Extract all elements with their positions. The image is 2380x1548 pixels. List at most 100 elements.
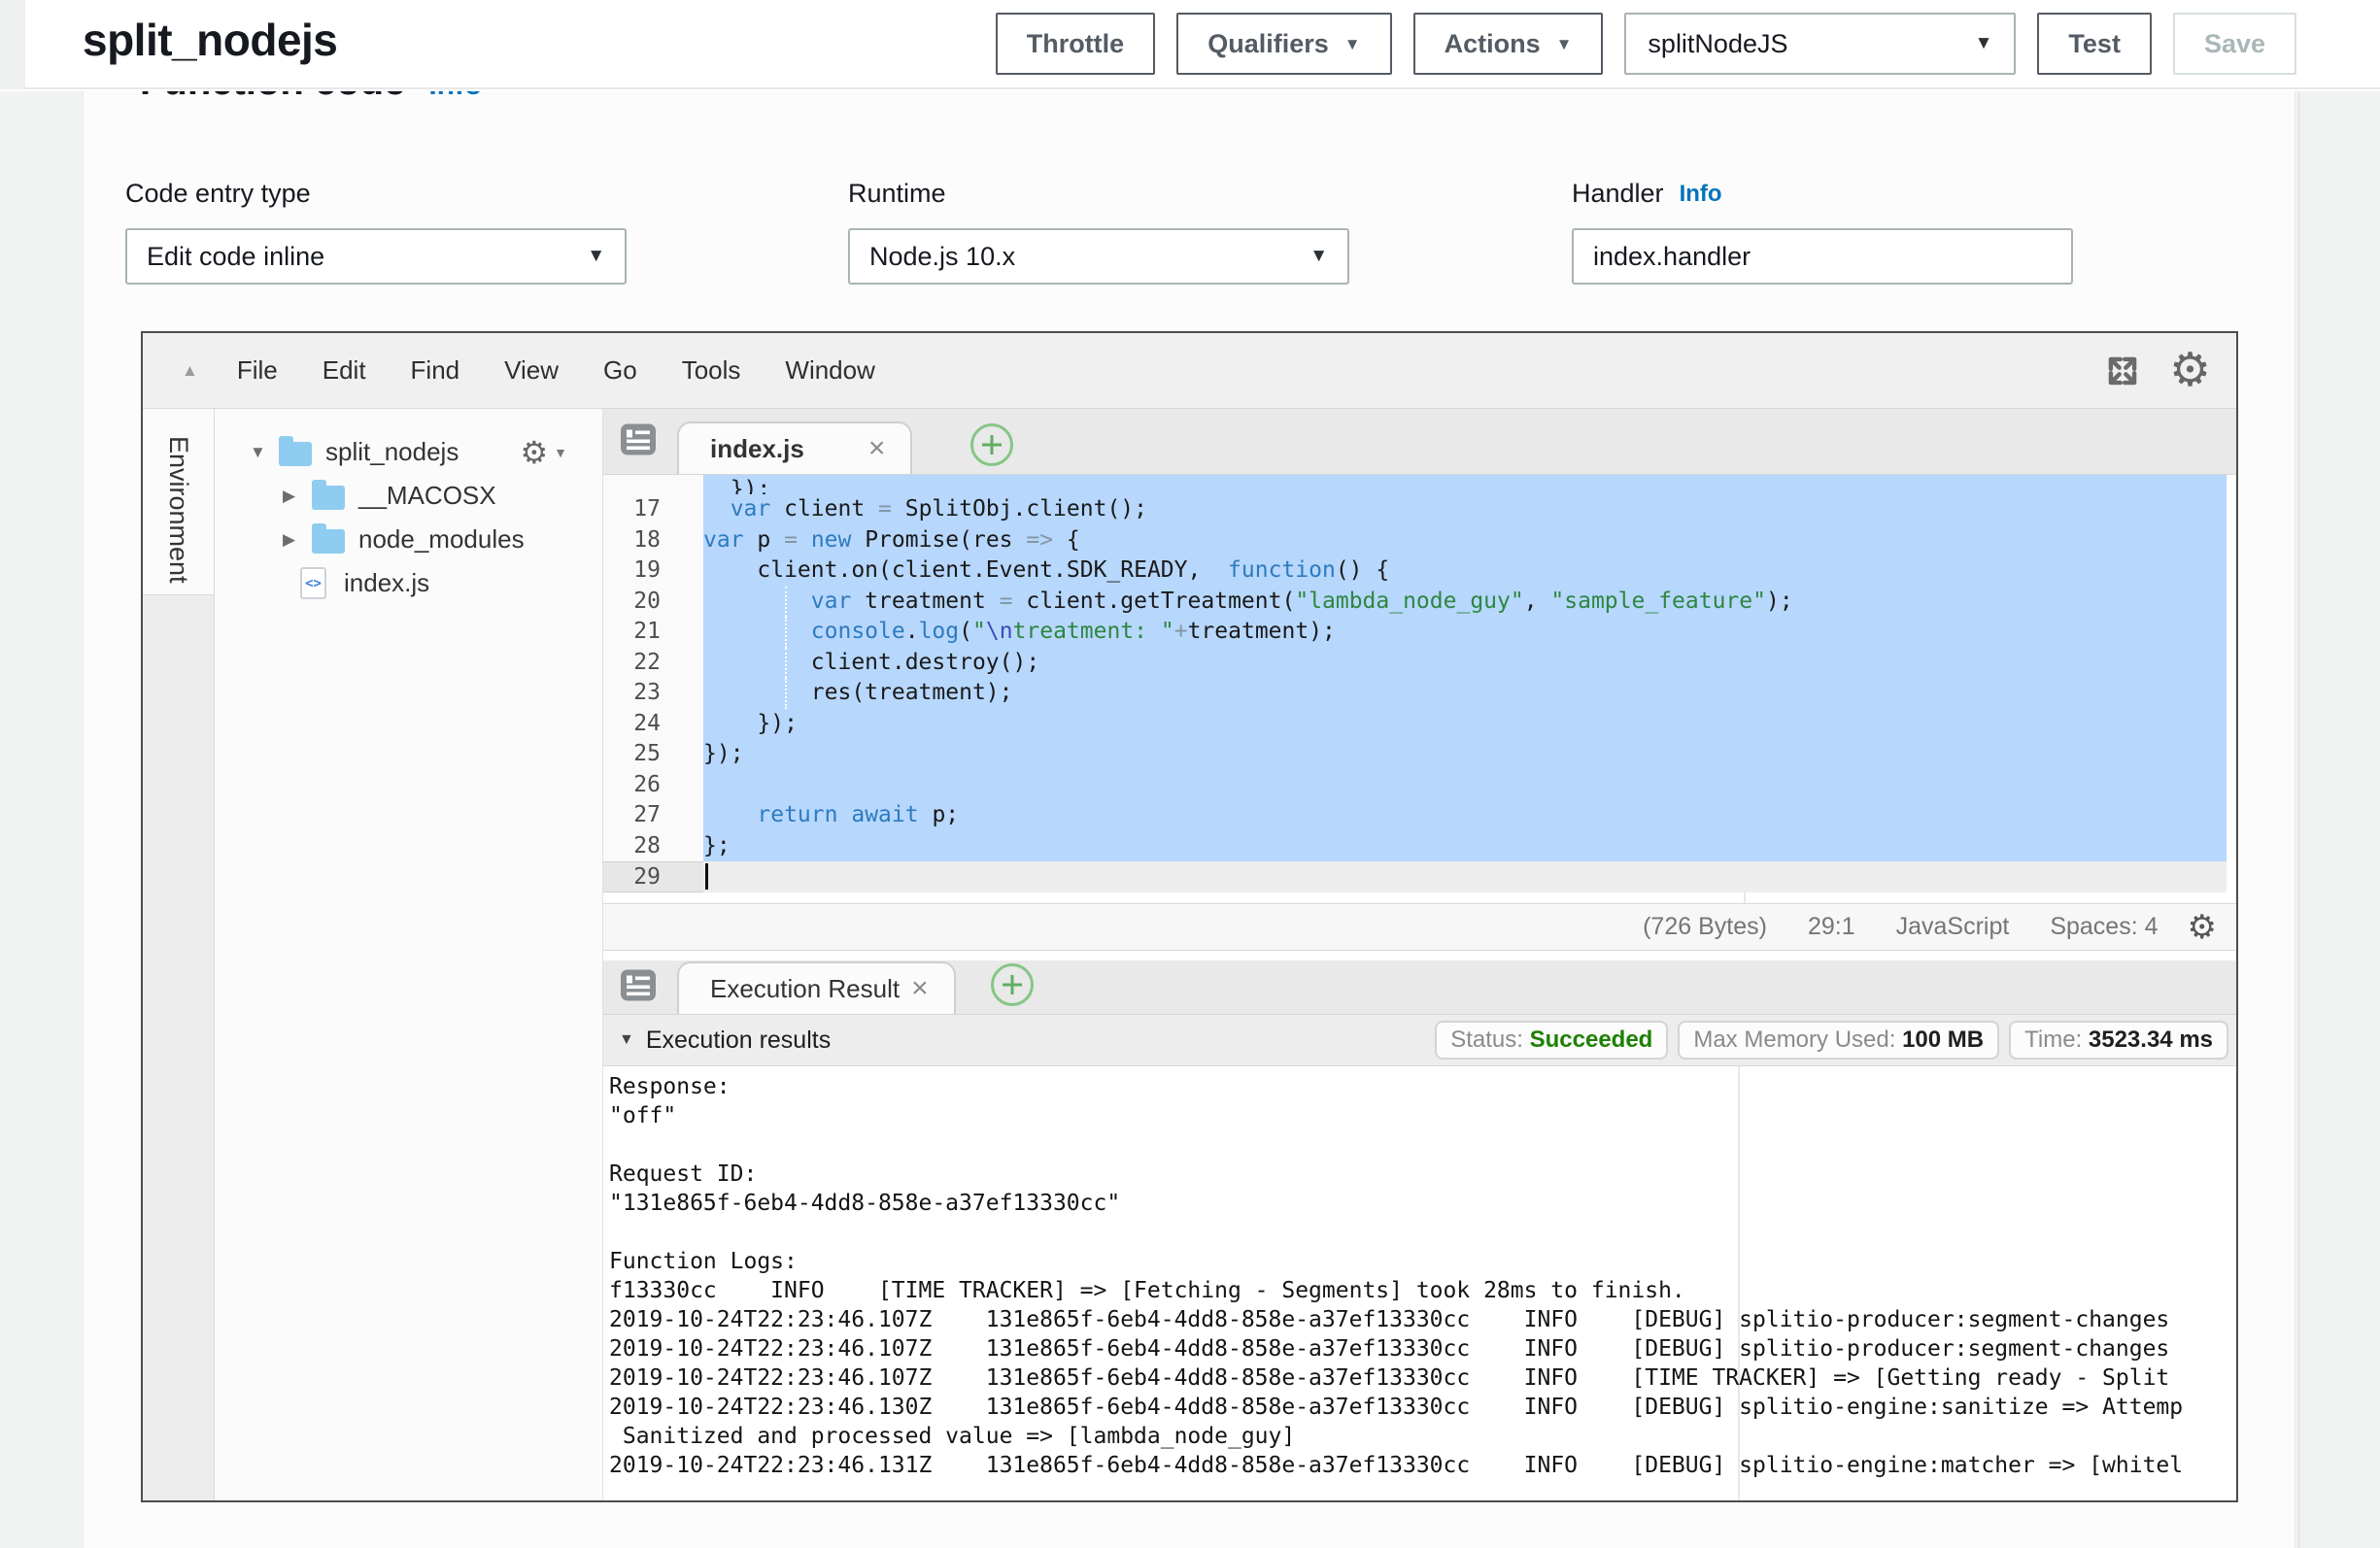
menu-go[interactable]: Go — [603, 355, 637, 386]
page-body: Function codeInfo Code entry type Edit c… — [0, 91, 2380, 1548]
gutter-line-number: 27 — [603, 800, 703, 831]
code-editor-pane[interactable]: });17 var client = SplitObj.client();18v… — [603, 475, 2236, 903]
tree-item-__macosx[interactable]: ▶__MACOSX — [215, 474, 602, 518]
code-line-19[interactable]: 19 client.on(client.Event.SDK_READY, fun… — [603, 555, 2236, 587]
actions-button[interactable]: Actions▼ — [1413, 13, 1604, 75]
statusbar-gear-icon[interactable]: ⚙ — [2188, 911, 2217, 944]
code-tabbar: index.js × — [603, 409, 2236, 475]
tree-item-node_modules[interactable]: ▶ node_modules — [215, 518, 602, 561]
folder-icon — [312, 486, 345, 510]
tab-list-icon[interactable] — [619, 965, 658, 1009]
tree-item-split_nodejs[interactable]: ▼ split_nodejs ⚙▼ — [215, 430, 602, 474]
code-line-22[interactable]: 22 client.destroy(); — [603, 648, 2236, 679]
indentation-status[interactable]: Spaces: 4 — [2050, 913, 2158, 941]
gutter-line-number: 28 — [603, 831, 703, 862]
code-line-29[interactable]: 29 — [603, 861, 2236, 892]
tab-list-icon[interactable] — [619, 420, 658, 463]
result-badge: Status: Succeeded — [1435, 1021, 1668, 1060]
menu-file[interactable]: File — [237, 355, 278, 386]
code-line-text — [703, 770, 2227, 801]
menu-window[interactable]: Window — [785, 355, 874, 386]
log-line: "off" — [609, 1101, 2236, 1130]
new-tab-plus-icon[interactable] — [991, 963, 1034, 1006]
execution-output-pane[interactable]: Response:"off" Request ID:"131e865f-6eb4… — [603, 1066, 2236, 1500]
close-icon[interactable]: × — [868, 432, 886, 465]
code-line-20[interactable]: 20 var treatment = client.getTreatment("… — [603, 587, 2236, 618]
result-badge: Time: 3523.34 ms — [2009, 1021, 2228, 1060]
log-line: Response: — [609, 1072, 2236, 1101]
chevron-down-icon: ▼ — [587, 246, 605, 267]
menu-view[interactable]: View — [504, 355, 559, 386]
code-line-28[interactable]: 28}; — [603, 831, 2236, 862]
log-line: 2019-10-24T22:23:46.107Z 131e865f-6eb4-4… — [609, 1363, 2236, 1393]
function-name-title: split_nodejs — [83, 14, 337, 66]
gutter-line-number: 18 — [603, 525, 703, 556]
tree-item-label: index.js — [344, 568, 429, 598]
lambda-function-page: split_nodejs Throttle Qualifiers▼ Action… — [0, 0, 2380, 1548]
caret-collapsed-icon[interactable]: ▶ — [283, 530, 312, 550]
code-line-text: var client = SplitObj.client(); — [703, 494, 2227, 525]
function-code-card: Function codeInfo Code entry type Edit c… — [83, 91, 2295, 1548]
test-event-select[interactable]: splitNodeJS▼ — [1624, 13, 2016, 75]
environment-tab[interactable]: Environment — [143, 409, 214, 595]
tab-index-js[interactable]: index.js × — [677, 421, 912, 474]
throttle-button[interactable]: Throttle — [996, 13, 1156, 75]
save-button[interactable]: Save — [2173, 13, 2296, 75]
test-button[interactable]: Test — [2037, 13, 2152, 75]
code-line-text: }; — [703, 831, 2227, 862]
log-line: Function Logs: — [609, 1247, 2236, 1276]
gutter-line-number: 21 — [603, 617, 703, 648]
code-line-24[interactable]: 24 }); — [603, 709, 2236, 740]
caret-expanded-icon[interactable]: ▼ — [250, 443, 279, 462]
folder-icon — [312, 529, 345, 554]
code-entry-type-select[interactable]: Edit code inline ▼ — [125, 228, 627, 285]
gutter-line-number: 19 — [603, 555, 703, 587]
caret-collapsed-icon[interactable]: ▶ — [283, 487, 312, 506]
new-tab-plus-icon[interactable] — [970, 423, 1013, 466]
file-size-status[interactable]: (726 Bytes) — [1643, 913, 1767, 941]
code-line-21[interactable]: 21 console.log("\ntreatment: "+treatment… — [603, 617, 2236, 648]
editor-settings-gear-icon[interactable]: ⚙ — [2169, 348, 2211, 394]
chevron-down-icon: ▼ — [1344, 35, 1361, 54]
tree-item-label: node_modules — [358, 524, 525, 555]
execution-results-title: Execution results — [646, 1026, 831, 1055]
code-line-text: }); — [703, 475, 2227, 494]
editor-main-column: index.js × });17 var client = SplitObj.c… — [603, 409, 2236, 1500]
code-line-26[interactable]: 26 — [603, 770, 2236, 801]
code-line-text — [703, 861, 2227, 892]
log-line: "131e865f-6eb4-4dd8-858e-a37ef13330cc" — [609, 1189, 2236, 1218]
runtime-field: Runtime Node.js 10.x ▼ — [848, 179, 1349, 285]
code-line-27[interactable]: 27 return await p; — [603, 800, 2236, 831]
code-line-18[interactable]: 18var p = new Promise(res => { — [603, 525, 2236, 556]
handler-info-link[interactable]: Info — [1680, 181, 1722, 208]
menu-edit[interactable]: Edit — [323, 355, 366, 386]
language-mode-status[interactable]: JavaScript — [1896, 913, 2010, 941]
menu-find[interactable]: Find — [411, 355, 460, 386]
result-badge: Max Memory Used: 100 MB — [1678, 1021, 1999, 1060]
runtime-select[interactable]: Node.js 10.x ▼ — [848, 228, 1349, 285]
tree-item-label: split_nodejs — [325, 437, 459, 467]
collapse-menubar-icon[interactable]: ▲ — [182, 361, 198, 381]
tree-settings-gear-icon[interactable]: ⚙▼ — [520, 437, 567, 468]
code-line-25[interactable]: 25}); — [603, 739, 2236, 770]
js-file-icon: <> — [300, 567, 326, 599]
handler-input[interactable] — [1593, 242, 2052, 272]
qualifiers-button[interactable]: Qualifiers▼ — [1176, 13, 1391, 75]
text-cursor — [705, 863, 708, 890]
gutter-line-number: 25 — [603, 739, 703, 770]
runtime-label: Runtime — [848, 179, 1349, 209]
fullscreen-icon[interactable] — [2101, 350, 2144, 392]
tree-item-index.js[interactable]: <> index.js — [215, 561, 602, 605]
tab-execution-result[interactable]: Execution Result × — [677, 961, 956, 1014]
cursor-position-status[interactable]: 29:1 — [1808, 913, 1855, 941]
collapse-results-icon[interactable]: ▼ — [619, 1031, 634, 1049]
result-tabbar: Execution Result × — [603, 951, 2236, 1015]
code-line-23[interactable]: 23 res(treatment); — [603, 678, 2236, 709]
close-icon[interactable]: × — [911, 972, 929, 1005]
gutter-line-number: 17 — [603, 494, 703, 525]
menu-tools[interactable]: Tools — [682, 355, 741, 386]
code-line-17[interactable]: 17 var client = SplitObj.client(); — [603, 494, 2236, 525]
log-line: 2019-10-24T22:23:46.107Z 131e865f-6eb4-4… — [609, 1305, 2236, 1334]
code-line[interactable]: }); — [603, 475, 2236, 494]
code-line-text: var p = new Promise(res => { — [703, 525, 2227, 556]
